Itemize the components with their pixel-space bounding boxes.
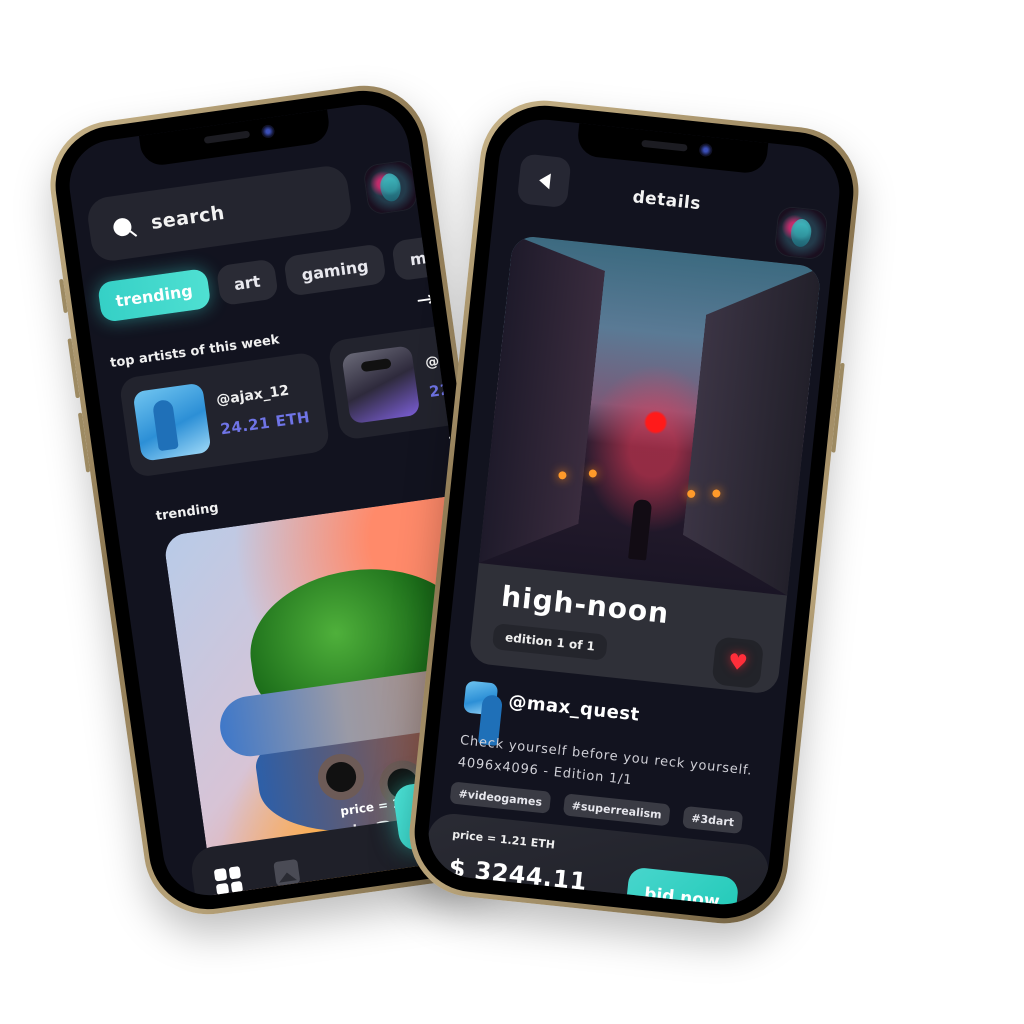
avatar-face — [789, 217, 813, 248]
artwork-detail — [678, 256, 822, 596]
artwork-detail — [588, 469, 598, 478]
search-placeholder: search — [149, 201, 227, 234]
arrow-right-icon[interactable]: → — [415, 286, 437, 313]
artist-thumbnail — [341, 345, 421, 425]
phone-bezel: details high-noon edition 1 of 1 ♥ @max_… — [408, 99, 860, 925]
phone-details: details high-noon edition 1 of 1 ♥ @max_… — [403, 94, 865, 930]
artwork-card: high-noon edition 1 of 1 ♥ — [468, 234, 822, 695]
details-screen: details high-noon edition 1 of 1 ♥ @max_… — [424, 115, 844, 909]
profile-avatar[interactable] — [363, 160, 418, 215]
notch — [138, 109, 332, 168]
artwork-detail — [479, 235, 608, 573]
artwork-detail — [628, 498, 653, 561]
price-usd: $ 3244.11 — [447, 853, 589, 897]
image-icon[interactable] — [273, 858, 301, 887]
artist-volume: 24.21 ETH — [219, 407, 312, 439]
camera — [260, 124, 276, 139]
artwork-image[interactable] — [478, 234, 822, 596]
trending-heading: trending — [155, 500, 220, 525]
tag[interactable]: #videogames — [449, 781, 552, 814]
notch — [576, 123, 769, 175]
tab-music[interactable]: mu — [391, 233, 457, 282]
avatar-face — [378, 172, 403, 203]
edition-badge: edition 1 of 1 — [491, 623, 609, 661]
creator-handle: @max_quest — [507, 690, 641, 726]
heart-icon: ♥ — [726, 649, 749, 677]
price-eth: price = 1.21 ETH — [451, 827, 556, 852]
tag[interactable]: #3dart — [682, 805, 744, 834]
camera — [698, 142, 713, 158]
tag[interactable]: #superrealism — [562, 793, 671, 827]
artist-thumbnail — [132, 382, 212, 462]
search-input[interactable]: search — [85, 163, 354, 264]
speaker — [641, 139, 688, 152]
phone-side-button — [59, 278, 68, 314]
artwork-title: high-noon — [499, 579, 671, 631]
like-button[interactable]: ♥ — [711, 636, 765, 690]
search-icon — [112, 216, 133, 238]
creator[interactable]: @max_quest — [463, 680, 641, 730]
bid-now-button[interactable]: bid now — [624, 866, 740, 909]
creator-avatar — [463, 680, 499, 716]
grid-icon[interactable] — [213, 866, 244, 896]
artist-handle: @ajax_12 — [215, 382, 291, 409]
tab-trending[interactable]: trending — [96, 267, 212, 323]
artist-card[interactable]: @ajax_12 24.21 ETH — [118, 351, 331, 479]
speaker — [203, 130, 251, 144]
tab-art[interactable]: art — [215, 258, 279, 307]
tab-gaming[interactable]: gaming — [283, 243, 387, 297]
profile-avatar[interactable] — [774, 206, 828, 260]
